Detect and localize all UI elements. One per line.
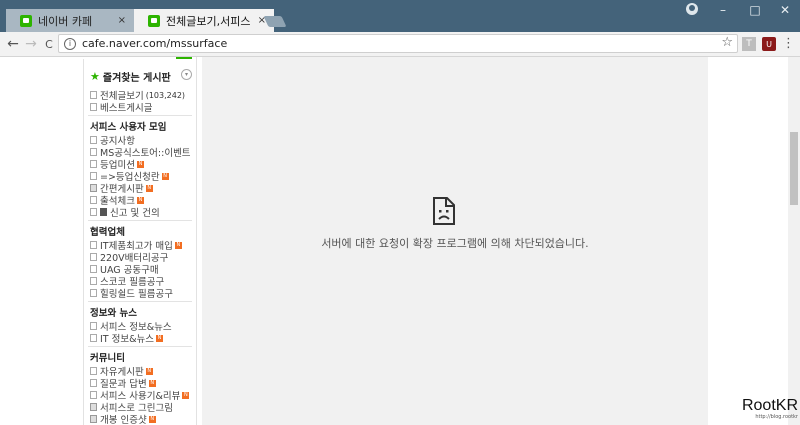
new-badge-icon: N bbox=[174, 241, 182, 249]
board-icon bbox=[90, 253, 97, 261]
sidebar-item-label: IT 정보&뉴스 bbox=[100, 334, 154, 345]
board-icon bbox=[90, 379, 97, 387]
scrollbar-thumb[interactable] bbox=[790, 132, 798, 205]
lock-icon bbox=[100, 208, 107, 216]
divider bbox=[88, 346, 192, 347]
browser-menu-icon[interactable]: ⋮ bbox=[782, 36, 795, 52]
sidebar-item-report-suggest[interactable]: 신고 및 건의 bbox=[90, 206, 160, 219]
image-board-icon bbox=[90, 415, 97, 423]
address-bar[interactable]: i cafe.naver.com/mssurface ☆ bbox=[58, 34, 738, 53]
group-title-community: 커뮤니티 bbox=[90, 353, 125, 364]
sidebar-item-unboxing[interactable]: 개봉 인증샷 N bbox=[90, 413, 156, 425]
board-icon bbox=[90, 289, 97, 297]
star-icon: ★ bbox=[90, 70, 100, 83]
blocked-error-message: 서버에 대한 요청이 확장 프로그램에 의해 차단되었습니다. bbox=[321, 237, 589, 250]
board-icon bbox=[90, 172, 97, 180]
sidebar-item-it-news[interactable]: IT 정보&뉴스 N bbox=[90, 332, 163, 345]
reload-button[interactable]: C bbox=[40, 35, 58, 53]
naver-cafe-favicon-icon bbox=[148, 14, 160, 27]
extension-t-icon[interactable]: T bbox=[742, 37, 756, 51]
close-window-button[interactable]: ✕ bbox=[768, 0, 800, 20]
new-badge-icon: N bbox=[145, 184, 153, 192]
minimize-button[interactable]: – bbox=[706, 0, 740, 20]
browser-toolbar: ← → C i cafe.naver.com/mssurface ☆ bbox=[0, 32, 800, 57]
maximize-button[interactable]: □ bbox=[738, 0, 772, 20]
sidebar-item-label: 신고 및 건의 bbox=[110, 208, 160, 219]
tab-close-icon[interactable]: × bbox=[118, 15, 126, 26]
new-tab-button[interactable] bbox=[263, 16, 287, 27]
watermark: RootKR http://blog.rootkr bbox=[716, 398, 798, 421]
sidebar-item-label: 베스트게시글 bbox=[100, 103, 153, 114]
new-badge-icon: N bbox=[145, 367, 153, 375]
board-icon bbox=[90, 103, 97, 111]
vertical-scrollbar[interactable] bbox=[788, 57, 800, 425]
sidebar-item-best-posts[interactable]: 베스트게시글 bbox=[90, 101, 153, 114]
divider bbox=[88, 301, 192, 302]
favorites-title: 즐겨찾는 게시판 bbox=[102, 73, 171, 84]
cafe-board-sidebar: ★ 즐겨찾는 게시판 ▾ 전체글보기 (103,242) 베스트게시글 서피스 … bbox=[83, 57, 197, 425]
profile-icon[interactable] bbox=[686, 3, 698, 15]
naver-cafe-favicon-icon bbox=[20, 14, 32, 27]
group-title-surface-users: 서피스 사용자 모임 bbox=[90, 122, 167, 133]
new-badge-icon: N bbox=[136, 196, 144, 204]
broken-page-icon bbox=[432, 197, 456, 228]
favorites-header: ★ 즐겨찾는 게시판 bbox=[90, 69, 171, 84]
page-left-margin bbox=[0, 57, 83, 425]
board-icon bbox=[90, 241, 97, 249]
post-count: (103,242) bbox=[145, 90, 186, 100]
tab-naver-cafe[interactable]: 네이버 카페 × bbox=[6, 9, 134, 32]
image-board-icon bbox=[90, 403, 97, 411]
site-info-icon[interactable]: i bbox=[64, 37, 76, 50]
new-badge-icon: N bbox=[156, 334, 163, 342]
board-icon bbox=[90, 277, 97, 285]
board-icon bbox=[90, 334, 97, 342]
divider bbox=[88, 115, 192, 116]
board-icon bbox=[90, 208, 97, 216]
board-icon bbox=[90, 148, 97, 156]
group-title-partners: 협력업체 bbox=[90, 227, 125, 238]
address-bar-url[interactable]: cafe.naver.com/mssurface bbox=[82, 37, 227, 50]
board-icon bbox=[90, 391, 97, 399]
divider bbox=[88, 220, 192, 221]
favorites-toggle-icon[interactable]: ▾ bbox=[181, 69, 192, 80]
board-icon bbox=[90, 196, 97, 204]
new-badge-icon: N bbox=[148, 379, 156, 387]
new-badge-icon: N bbox=[161, 172, 169, 180]
sidebar-item-label: 힐링쉴드 필름공구 bbox=[100, 289, 173, 300]
memo-board-icon bbox=[90, 184, 97, 192]
board-icon bbox=[90, 367, 97, 375]
bookmark-star-icon[interactable]: ☆ bbox=[721, 35, 733, 50]
tab-title: 전체글보기,서피스 공식 bbox=[166, 14, 254, 28]
sidebar-item-healing-shield[interactable]: 힐링쉴드 필름공구 bbox=[90, 287, 173, 300]
board-icon bbox=[90, 322, 97, 330]
sidebar-top-accent bbox=[80, 57, 192, 59]
extension-shield-icon[interactable]: U bbox=[762, 37, 776, 51]
group-title-info-news: 정보와 뉴스 bbox=[90, 308, 138, 319]
new-badge-icon: N bbox=[136, 160, 144, 168]
watermark-url: http://blog.rootkr bbox=[755, 414, 798, 420]
board-icon bbox=[90, 265, 97, 273]
browser-tab-bar: 네이버 카페 × 전체글보기,서피스 공식 × – □ ✕ bbox=[0, 0, 800, 32]
board-icon bbox=[90, 160, 97, 168]
tab-title: 네이버 카페 bbox=[38, 14, 93, 28]
new-badge-icon: N bbox=[182, 391, 190, 399]
board-icon bbox=[90, 136, 97, 144]
sidebar-item-label: 개봉 인증샷 bbox=[100, 415, 147, 425]
tab-surface-cafe[interactable]: 전체글보기,서피스 공식 × bbox=[134, 9, 274, 32]
board-icon bbox=[90, 91, 97, 99]
back-button[interactable]: ← bbox=[4, 35, 22, 53]
forward-button[interactable]: → bbox=[22, 35, 40, 53]
watermark-brand: RootKR bbox=[741, 397, 798, 414]
new-badge-icon: N bbox=[148, 415, 156, 423]
page-right-margin bbox=[708, 57, 788, 425]
